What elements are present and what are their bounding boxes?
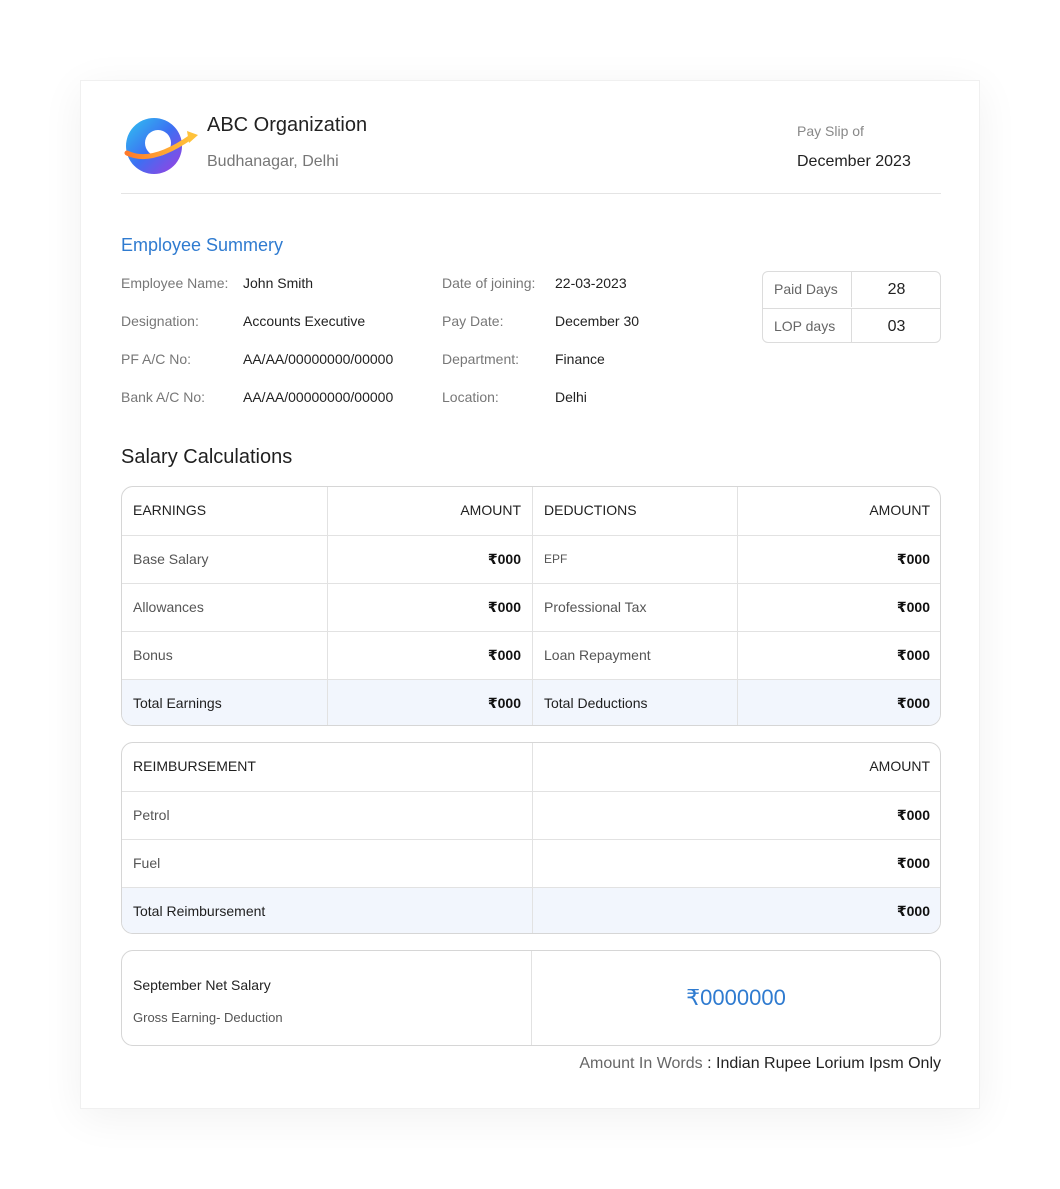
earning-label: Bonus [133,647,173,663]
designation-value: Accounts Executive [243,313,366,329]
organization-logo-icon [124,118,198,174]
table-header-row: REIMBURSEMENT AMOUNT [122,743,940,791]
deduction-amount: ₹000 [737,536,940,583]
net-salary-info: September Net Salary Gross Earning- Dedu… [122,951,532,1045]
total-row: Total Earnings ₹000 Total Deductions ₹00… [122,679,940,725]
payslip-label: Pay Slip of [797,123,864,139]
joining-date-value: 22-03-2023 [555,275,627,291]
organization-name: ABC Organization [207,114,368,136]
organization-address: Budhanagar, Delhi [207,153,339,170]
pay-date-value: December 30 [555,313,640,329]
field-label: Department: [442,351,520,367]
earning-amount: ₹000 [327,584,532,631]
deduction-label: EPF [532,536,737,583]
field-label: PF A/C No: [121,351,192,367]
table-row: Fuel ₹000 [122,839,940,887]
days-box: Paid Days 28 LOP days 03 [762,271,941,343]
table-row: Base Salary ₹000 EPF ₹000 [122,535,940,583]
field-label: Location: [442,389,499,405]
deduction-label: Loan Repayment [532,632,737,679]
lop-days-value: 03 [887,318,906,335]
table-row: Allowances ₹000 Professional Tax ₹000 [122,583,940,631]
table-row: Petrol ₹000 [122,791,940,839]
amount-in-words-label: Amount In Words [579,1055,703,1072]
employee-name-value: John Smith [243,275,314,291]
total-reimbursement-amount: ₹000 [532,888,940,933]
total-deductions-label: Total Deductions [532,680,737,725]
table-header-row: EARNINGS AMOUNT DEDUCTIONS AMOUNT [122,487,940,535]
reimbursement-amount: ₹000 [532,840,940,887]
employee-summary-title: Employee Summery [121,235,284,255]
earning-label: Base Salary [133,551,209,567]
bank-account-value: AA/AA/00000000/00000 [243,389,394,405]
total-row: Total Reimbursement ₹000 [122,887,940,933]
total-earnings-label: Total Earnings [133,695,222,711]
earnings-amount-header: AMOUNT [327,487,532,535]
net-salary-title: September Net Salary [133,977,271,993]
earning-label: Allowances [133,599,204,615]
location-value: Delhi [555,389,587,405]
lop-days-row: LOP days 03 [763,308,940,342]
total-reimbursement-label: Total Reimbursement [133,903,266,919]
deduction-label: Professional Tax [532,584,737,631]
pf-account-value: AA/AA/00000000/00000 [243,351,394,367]
paid-days-label: Paid Days [763,272,852,307]
field-label: Pay Date: [442,313,504,329]
total-deductions-amount: ₹000 [737,680,940,725]
net-salary-subtitle: Gross Earning- Deduction [133,1010,283,1025]
deductions-header: DEDUCTIONS [532,487,737,535]
payslip-header: ABC Organization Budhanagar, Delhi Pay S… [121,81,941,194]
reimbursement-amount-header: AMOUNT [532,743,940,791]
deduction-amount: ₹000 [737,632,940,679]
department-value: Finance [555,351,605,367]
reimbursement-label: Fuel [133,855,161,871]
reimbursement-label: Petrol [133,807,170,823]
earning-amount: ₹000 [327,632,532,679]
total-earnings-amount: ₹000 [327,680,532,725]
field-label: Employee Name: [121,275,229,291]
deductions-amount-header: AMOUNT [737,487,940,535]
amount-in-words-value: : Indian Rupee Lorium Ipsm Only [707,1055,941,1072]
reimbursement-table: REIMBURSEMENT AMOUNT Petrol ₹000 Fuel ₹0… [121,742,941,934]
payslip-month: December 2023 [797,153,911,170]
paid-days-value: 28 [887,281,906,298]
payslip-card: ABC Organization Budhanagar, Delhi Pay S… [80,80,980,1109]
field-label: Designation: [121,313,199,329]
deduction-amount: ₹000 [737,584,940,631]
table-row: Bonus ₹000 Loan Repayment ₹000 [122,631,940,679]
field-label: Bank A/C No: [121,389,206,405]
paid-days-row: Paid Days 28 [763,272,940,308]
reimbursement-header: REIMBURSEMENT [133,758,256,774]
amount-in-words: Amount In Words : Indian Rupee Lorium Ip… [579,1055,941,1073]
net-salary-amount: ₹0000000 [686,985,786,1010]
lop-days-label: LOP days [763,309,852,342]
net-salary-box: September Net Salary Gross Earning- Dedu… [121,950,941,1046]
reimbursement-amount: ₹000 [532,792,940,839]
field-label: Date of joining: [442,275,536,291]
earning-amount: ₹000 [327,536,532,583]
earnings-deductions-table: EARNINGS AMOUNT DEDUCTIONS AMOUNT Base S… [121,486,941,726]
salary-calculations-title: Salary Calculations [121,446,293,468]
earnings-header: EARNINGS [133,502,207,518]
